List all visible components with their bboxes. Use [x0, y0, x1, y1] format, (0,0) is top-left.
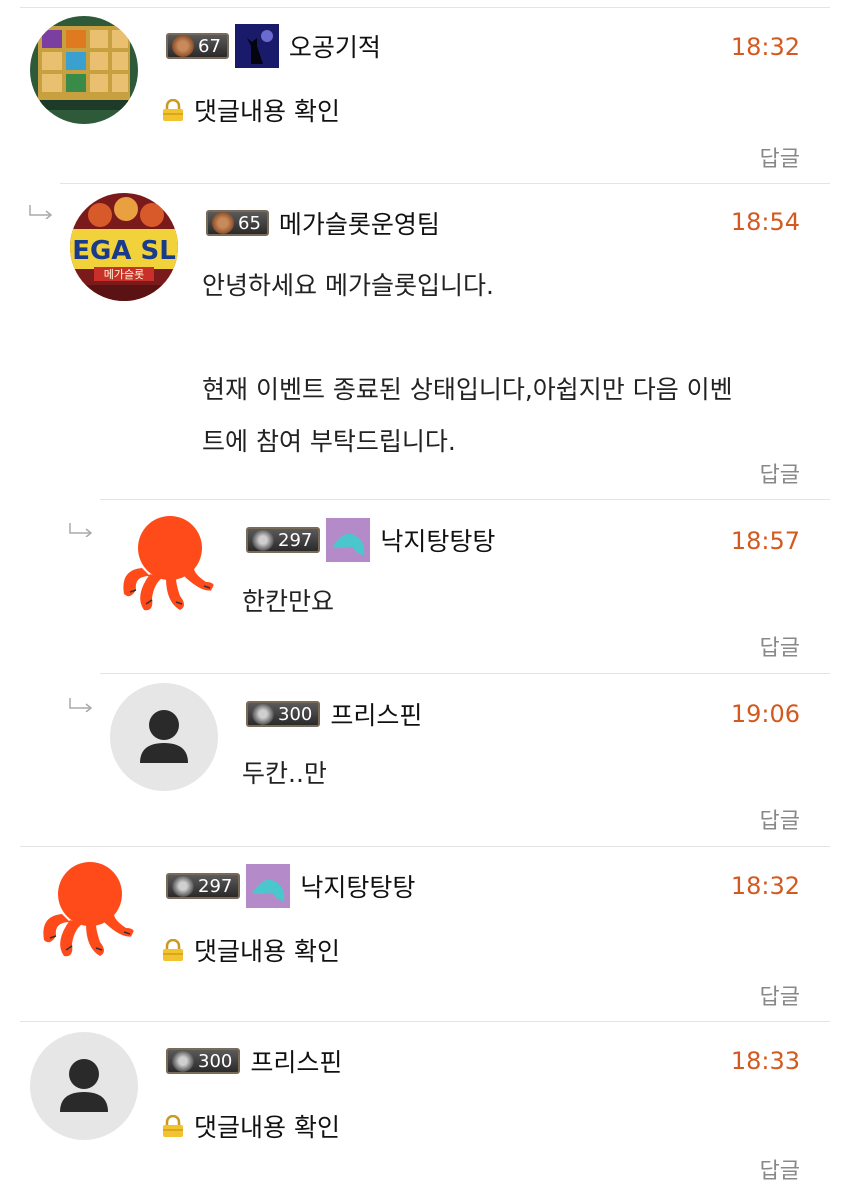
comment-time: 18:32 [730, 872, 800, 900]
cat-silhouette-icon [234, 24, 279, 68]
bronze-medal-icon [212, 212, 234, 234]
bronze-medal-icon [172, 35, 194, 57]
avatar-octopus[interactable] [30, 856, 138, 964]
avatar-default[interactable] [110, 683, 218, 791]
reply-arrow-icon [69, 698, 93, 712]
svg-text:메가슬롯: 메가슬롯 [104, 268, 144, 281]
reply-button[interactable]: 답글 [760, 141, 800, 173]
comment-meta: 297 낙지탕탕탕 [166, 864, 415, 908]
level-badge: 300 [246, 701, 321, 727]
comment-body: 안녕하세요 메가슬롯입니다. 현재 이벤트 종료된 상태입니다,아쉽지만 다음 … [202, 271, 733, 456]
lock-icon [163, 1115, 183, 1137]
divider [100, 499, 830, 500]
secret-comment[interactable]: 댓글내용 확인 [160, 92, 340, 128]
comment-time: 18:54 [730, 208, 800, 236]
level-badge: 67 [166, 33, 229, 59]
level-badge: 300 [166, 1048, 241, 1074]
comment-body: 한칸만요 [242, 587, 335, 616]
secret-comment[interactable]: 댓글내용 확인 [160, 932, 340, 968]
comment-time: 18:33 [730, 1047, 800, 1075]
divider [60, 183, 830, 184]
comment-meta: 65 메가슬롯운영팀 [206, 205, 440, 241]
avatar-default[interactable] [30, 1032, 138, 1140]
comment-time: 19:06 [730, 700, 800, 728]
teal-creature-icon [246, 864, 291, 908]
lock-icon [163, 99, 183, 121]
comment-time: 18:32 [730, 33, 800, 61]
comment-meta: 300 프리스핀 [166, 1043, 342, 1079]
comment-body: 두칸..만 [242, 759, 327, 788]
avatar-octopus[interactable] [110, 510, 218, 618]
reply-arrow-icon [69, 523, 93, 537]
comment-meta: 67 오공기적 [166, 24, 381, 68]
reply-button[interactable]: 답글 [760, 803, 800, 835]
gear-medal-icon [252, 529, 274, 551]
divider [20, 1021, 830, 1022]
top-divider [20, 7, 830, 8]
avatar-slot-game[interactable] [30, 16, 138, 124]
avatar-mega-slot[interactable]: EGA SL 메가슬롯 [70, 193, 178, 301]
level-badge: 297 [166, 873, 241, 899]
nickname[interactable]: 메가슬롯운영팀 [279, 205, 440, 241]
nickname[interactable]: 오공기적 [289, 28, 381, 64]
lock-icon [163, 939, 183, 961]
nickname[interactable]: 프리스핀 [330, 696, 422, 732]
secret-comment[interactable]: 댓글내용 확인 [160, 1108, 340, 1144]
comment-meta: 297 낙지탕탕탕 [246, 518, 495, 562]
comment-meta: 300 프리스핀 [246, 696, 422, 732]
gear-medal-icon [172, 1050, 194, 1072]
nickname[interactable]: 낙지탕탕탕 [380, 522, 495, 558]
gear-medal-icon [252, 703, 274, 725]
nickname[interactable]: 낙지탕탕탕 [300, 868, 415, 904]
level-badge: 297 [246, 527, 321, 553]
svg-text:EGA SL: EGA SL [72, 236, 176, 266]
reply-button[interactable]: 답글 [760, 1153, 800, 1185]
divider [20, 846, 830, 847]
reply-button[interactable]: 답글 [760, 457, 800, 489]
reply-button[interactable]: 답글 [760, 630, 800, 662]
reply-arrow-icon [29, 205, 53, 219]
divider [100, 673, 830, 674]
comment-time: 18:57 [730, 527, 800, 555]
reply-button[interactable]: 답글 [760, 979, 800, 1011]
teal-creature-icon [326, 518, 371, 562]
gear-medal-icon [172, 875, 194, 897]
nickname[interactable]: 프리스핀 [250, 1043, 342, 1079]
level-badge: 65 [206, 210, 269, 236]
